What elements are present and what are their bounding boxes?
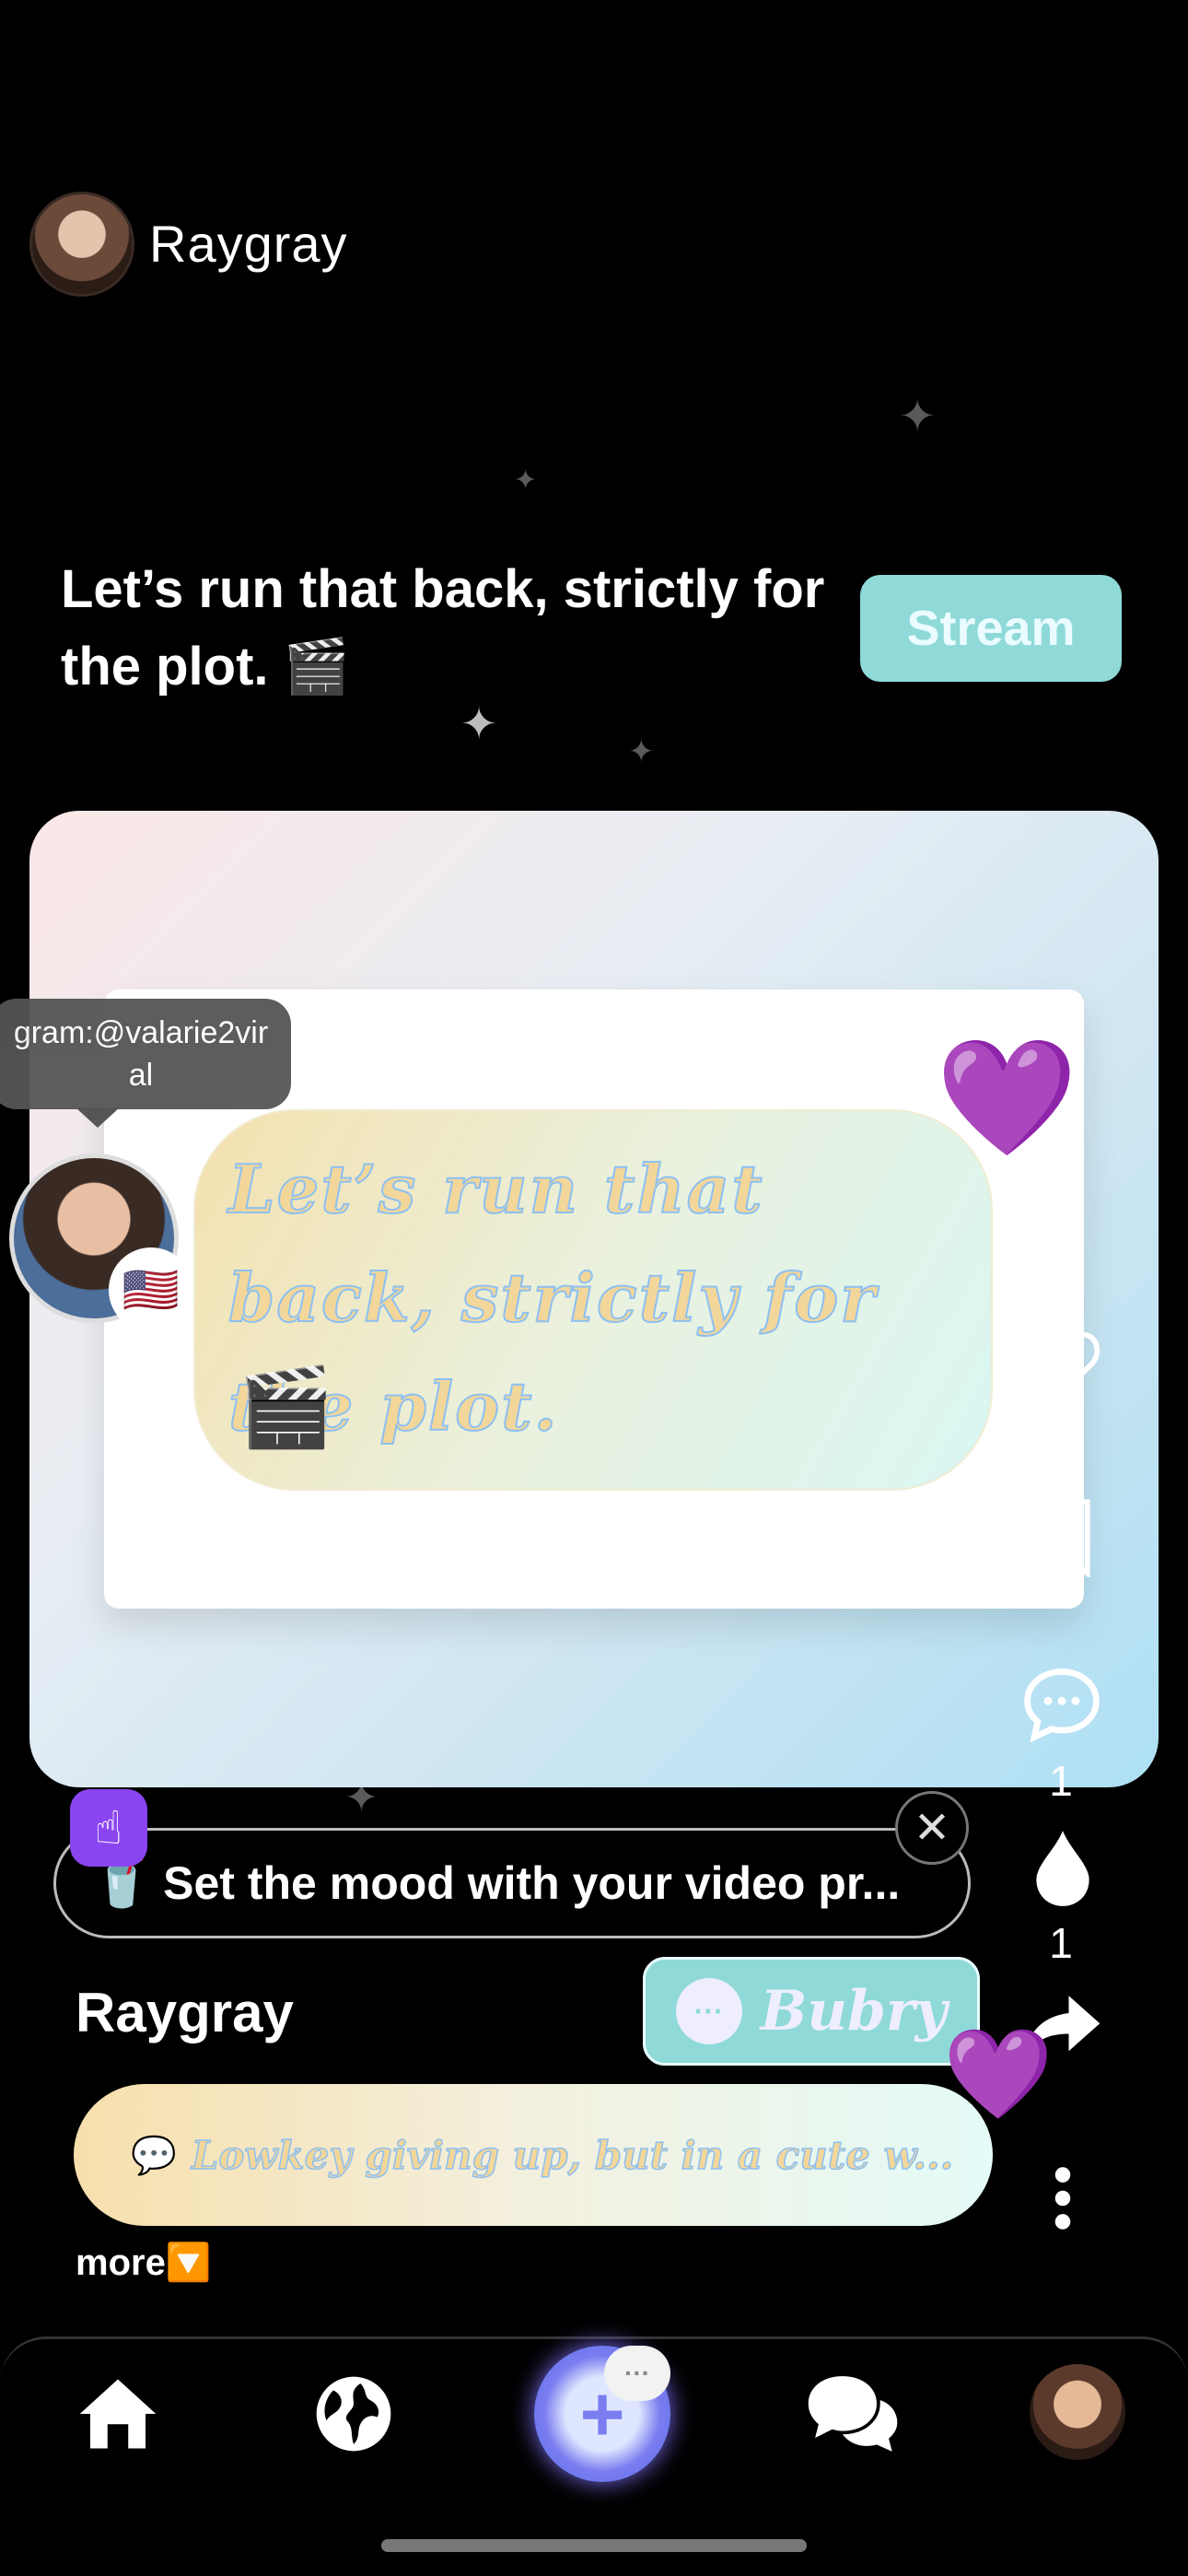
tap-hand-icon: ☝ <box>94 1802 123 1854</box>
bookmark-icon <box>1037 1499 1090 1577</box>
author-avatar[interactable] <box>29 192 134 297</box>
comment-icon: 💬 <box>131 2135 177 2176</box>
create-chat-dots-icon: ··· <box>604 2346 670 2401</box>
globe-icon <box>316 2376 391 2452</box>
author-name[interactable]: Raygray <box>149 214 348 274</box>
more-link[interactable]: more🔽 <box>76 2241 212 2284</box>
comment-preview[interactable]: 💬 Lowkey giving up, but in a cute w... <box>74 2084 993 2226</box>
tooltip-arrow <box>76 1107 120 1128</box>
home-indicator <box>381 2539 807 2552</box>
us-flag-icon: 🇺🇸 <box>122 1263 181 1316</box>
bubry-button[interactable]: ··· Bubry <box>643 1957 980 2066</box>
nav-explore[interactable] <box>298 2359 409 2469</box>
close-prompt-button[interactable]: ✕ <box>895 1791 969 1865</box>
bubry-label: Bubry <box>760 1979 948 2043</box>
drop-count: 1 <box>1049 1919 1073 1967</box>
drop-button[interactable] <box>1026 1826 1100 1911</box>
sparkle-icon: ✦ <box>628 734 655 769</box>
sparkle-icon: ✦ <box>460 700 498 749</box>
post-text: Let’s run that back, strictly for the pl… <box>61 559 825 697</box>
purple-heart-icon: 💜 <box>936 1035 1078 1162</box>
like-button[interactable] <box>1019 1317 1105 1404</box>
heart-outline-icon <box>1023 1331 1101 1398</box>
creator-handle-tooltip[interactable]: gram:@valarie2viral <box>0 999 291 1109</box>
chat-dots-icon: ··· <box>675 1978 742 2044</box>
comment-button[interactable] <box>1017 1662 1107 1747</box>
prompt-text: 🥤 Set the mood with your video pr... <box>93 1856 901 1909</box>
sparkle-icon: ✦ <box>514 465 538 496</box>
vertical-dots-icon <box>1054 2167 1071 2230</box>
like-count: 3 <box>1049 1414 1073 1462</box>
flag-badge: 🇺🇸 <box>109 1247 193 1332</box>
caption-user-name[interactable]: Raygray <box>76 1981 294 2044</box>
video-prompt-bar[interactable]: 🥤 Set the mood with your video pr... <box>53 1828 971 1938</box>
creator-handle: gram:@valarie2viral <box>13 1015 269 1093</box>
bookmark-button[interactable] <box>1031 1496 1096 1579</box>
chat-icon <box>808 2376 898 2452</box>
nav-messages[interactable] <box>798 2359 908 2469</box>
comment-text: Lowkey giving up, but in a cute w... <box>191 2132 954 2179</box>
speech-bubble-icon <box>1024 1669 1100 1743</box>
stream-button[interactable]: Stream <box>860 575 1122 682</box>
home-icon <box>79 2379 157 2449</box>
profile-avatar[interactable] <box>1030 2364 1125 2460</box>
close-icon: ✕ <box>913 1804 951 1853</box>
clapper-icon: 🎬 <box>238 1364 334 1450</box>
nav-home[interactable] <box>63 2359 173 2469</box>
comment-count: 1 <box>1049 1757 1073 1805</box>
sparkle-icon: ✦ <box>899 392 937 441</box>
touch-button[interactable]: ☝ <box>70 1789 147 1867</box>
drop-icon <box>1036 1831 1089 1906</box>
more-options-button[interactable] <box>1046 2161 1079 2235</box>
bubble-text: Let’s run that back, strictly for the pl… <box>227 1149 878 1446</box>
